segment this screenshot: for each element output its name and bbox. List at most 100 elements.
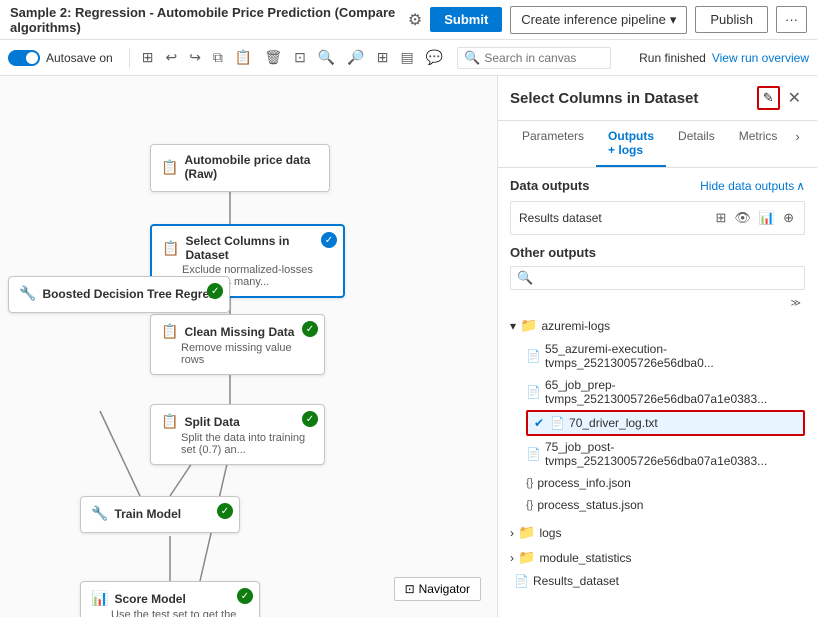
node-automobile-data[interactable]: 📋 Automobile price data (Raw) — [150, 144, 330, 192]
dataset-action-buttons: ⊞ 👁 📊 ⊕ — [713, 208, 796, 228]
folder-logs-label: logs — [539, 526, 561, 540]
canvas-search-box[interactable]: 🔍 — [457, 47, 611, 69]
search-icon: 🔍 — [464, 50, 480, 66]
results-dataset-label: Results dataset — [519, 211, 707, 225]
undo-icon[interactable]: ↩ — [161, 47, 181, 68]
node-split-data[interactable]: 📋 Split Data Split the data into trainin… — [150, 404, 325, 465]
tree-item-4-label: 75_job_post-tvmps_25213005726e56dba07a1e… — [545, 440, 805, 468]
hide-data-outputs-link[interactable]: Hide data outputs ∧ — [700, 179, 805, 193]
node-select-title: Select Columns in Dataset — [185, 234, 333, 262]
file-icon-1: 📄 — [526, 349, 541, 363]
navigator-icon: ⊡ — [405, 582, 415, 596]
panel-close-button[interactable]: ✕ — [784, 88, 805, 108]
zoom-fit-icon[interactable]: ⊡ — [290, 47, 310, 68]
submit-button[interactable]: Submit — [430, 7, 502, 32]
separator-1 — [129, 48, 130, 68]
blue-check-icon: ✔ — [534, 416, 544, 430]
node-clean-icon: 📋 — [161, 323, 178, 340]
page-title: Sample 2: Regression - Automobile Price … — [10, 5, 400, 35]
node-automobile-icon: 📋 — [161, 159, 178, 176]
zoom-out-icon[interactable]: 🔍 — [314, 47, 339, 68]
redo-icon[interactable]: ↪ — [185, 47, 205, 68]
node-boosted-icon: 🔧 — [19, 285, 36, 302]
tree-item-1-label: 55_azuremi-execution-tvmps_25213005726e5… — [545, 342, 805, 370]
dataset-share-icon[interactable]: ⊕ — [781, 208, 796, 228]
tree-item-3[interactable]: ✔ 📄 70_driver_log.txt — [526, 410, 805, 436]
navigator-label: Navigator — [419, 582, 470, 596]
chevron-down-icon: ▾ — [670, 12, 677, 28]
top-bar: Sample 2: Regression - Automobile Price … — [0, 0, 817, 40]
folder-expand-icon: ▾ — [510, 319, 516, 333]
node-score-icon: 📊 — [91, 590, 108, 607]
collapse-button[interactable]: ≫ — [787, 298, 805, 309]
node-train-title: Train Model — [114, 507, 181, 521]
folder-module-expand-icon: › — [510, 551, 514, 565]
tree-item-2[interactable]: 📄 65_job_prep-tvmps_25213005726e56dba07a… — [526, 374, 805, 410]
node-score-title: Score Model — [114, 592, 185, 606]
settings-icon[interactable]: ⚙ — [408, 10, 422, 30]
other-outputs-search[interactable]: 🔍 — [510, 266, 805, 290]
file-icon-4: 📄 — [526, 447, 541, 461]
create-pipeline-button[interactable]: Create inference pipeline ▾ — [510, 6, 687, 34]
tab-metrics[interactable]: Metrics — [727, 121, 790, 167]
folder-logs-expand-icon: › — [510, 526, 514, 540]
tree-item-6-label: process_status.json — [537, 498, 643, 512]
panel-tabs: Parameters Outputs + logs Details Metric… — [498, 121, 817, 168]
navigator-button[interactable]: ⊡ Navigator — [394, 577, 481, 601]
tree-item-2-label: 65_job_prep-tvmps_25213005726e56dba07a1e… — [545, 378, 805, 406]
other-search-input[interactable] — [537, 271, 798, 285]
tree-item-1[interactable]: 📄 55_azuremi-execution-tvmps_25213005726… — [526, 338, 805, 374]
layout-icon[interactable]: ▤ — [396, 47, 417, 68]
file-icon-3: 📄 — [550, 416, 565, 430]
view-icon[interactable]: ⊞ — [373, 47, 393, 68]
node-clean-check: ✓ — [302, 321, 318, 337]
comment-icon[interactable]: 💬 — [422, 47, 447, 68]
tab-outputs-logs[interactable]: Outputs + logs — [596, 121, 666, 167]
panel-content: Data outputs Hide data outputs ∧ Results… — [498, 168, 817, 617]
folder-azuremi-icon: 📁 — [520, 317, 537, 334]
autosave-toggle[interactable]: Autosave on — [8, 50, 113, 66]
more-options-button[interactable]: ··· — [776, 6, 807, 33]
node-boosted-tree[interactable]: 🔧 Boosted Decision Tree Regre... ✓ — [8, 276, 230, 313]
zoom-in-icon[interactable]: 🔎 — [343, 47, 368, 68]
tab-parameters[interactable]: Parameters — [510, 121, 596, 167]
main-content: 📋 Automobile price data (Raw) 📋 Select C… — [0, 76, 817, 617]
folder-module-stats[interactable]: › 📁 module_statistics — [510, 545, 805, 570]
dataset-chart-icon[interactable]: 📊 — [757, 208, 777, 228]
node-score-model[interactable]: 📊 Score Model Use the test set to get th… — [80, 581, 260, 617]
tree-item-6[interactable]: {} process_status.json — [526, 494, 805, 516]
node-clean-missing[interactable]: 📋 Clean Missing Data Remove missing valu… — [150, 314, 325, 375]
toolbar: Autosave on ⊞ ↩ ↪ ⧉ 📋 🗑 ⊡ 🔍 🔎 ⊞ ▤ 💬 🔍 Ru… — [0, 40, 817, 76]
panel-title: Select Columns in Dataset — [510, 90, 757, 107]
dataset-table-icon[interactable]: ⊞ — [713, 208, 728, 228]
node-clean-title: Clean Missing Data — [184, 325, 294, 339]
canvas-search-input[interactable] — [484, 51, 604, 65]
search-icon-2: 🔍 — [517, 270, 533, 286]
delete-icon[interactable]: 🗑 — [260, 47, 286, 68]
node-split-icon: 📋 — [161, 413, 178, 430]
other-outputs-title: Other outputs — [510, 245, 805, 260]
paste-icon[interactable]: 📋 — [231, 47, 256, 68]
autosave-switch[interactable] — [8, 50, 40, 66]
dataset-eye-icon[interactable]: 👁 — [732, 208, 753, 228]
autosave-label: Autosave on — [46, 51, 113, 65]
copy-icon[interactable]: ⧉ — [209, 47, 227, 68]
tabs-more-arrow[interactable]: › — [789, 121, 805, 167]
node-select-check: ✓ — [321, 232, 337, 248]
panel-header: Select Columns in Dataset ✎ ✕ — [498, 76, 817, 121]
panel-edit-button[interactable]: ✎ — [757, 86, 780, 110]
folder-azuremi-label: azuremi-logs — [541, 319, 610, 333]
view-run-link[interactable]: View run overview — [712, 51, 809, 65]
node-train-model[interactable]: 🔧 Train Model ✓ — [80, 496, 240, 533]
grid-icon[interactable]: ⊞ — [138, 47, 158, 68]
canvas[interactable]: 📋 Automobile price data (Raw) 📋 Select C… — [0, 76, 497, 617]
publish-button[interactable]: Publish — [695, 6, 768, 33]
node-boosted-check: ✓ — [207, 283, 223, 299]
folder-logs[interactable]: › 📁 logs — [510, 520, 805, 545]
tab-details[interactable]: Details — [666, 121, 727, 167]
folder-module-label: module_statistics — [539, 551, 631, 565]
tree-item-4[interactable]: 📄 75_job_post-tvmps_25213005726e56dba07a… — [526, 436, 805, 472]
tree-item-5[interactable]: {} process_info.json — [526, 472, 805, 494]
folder-azuremi-logs[interactable]: ▾ 📁 azuremi-logs — [510, 313, 805, 338]
tree-item-results[interactable]: 📄 Results_dataset — [510, 570, 805, 592]
